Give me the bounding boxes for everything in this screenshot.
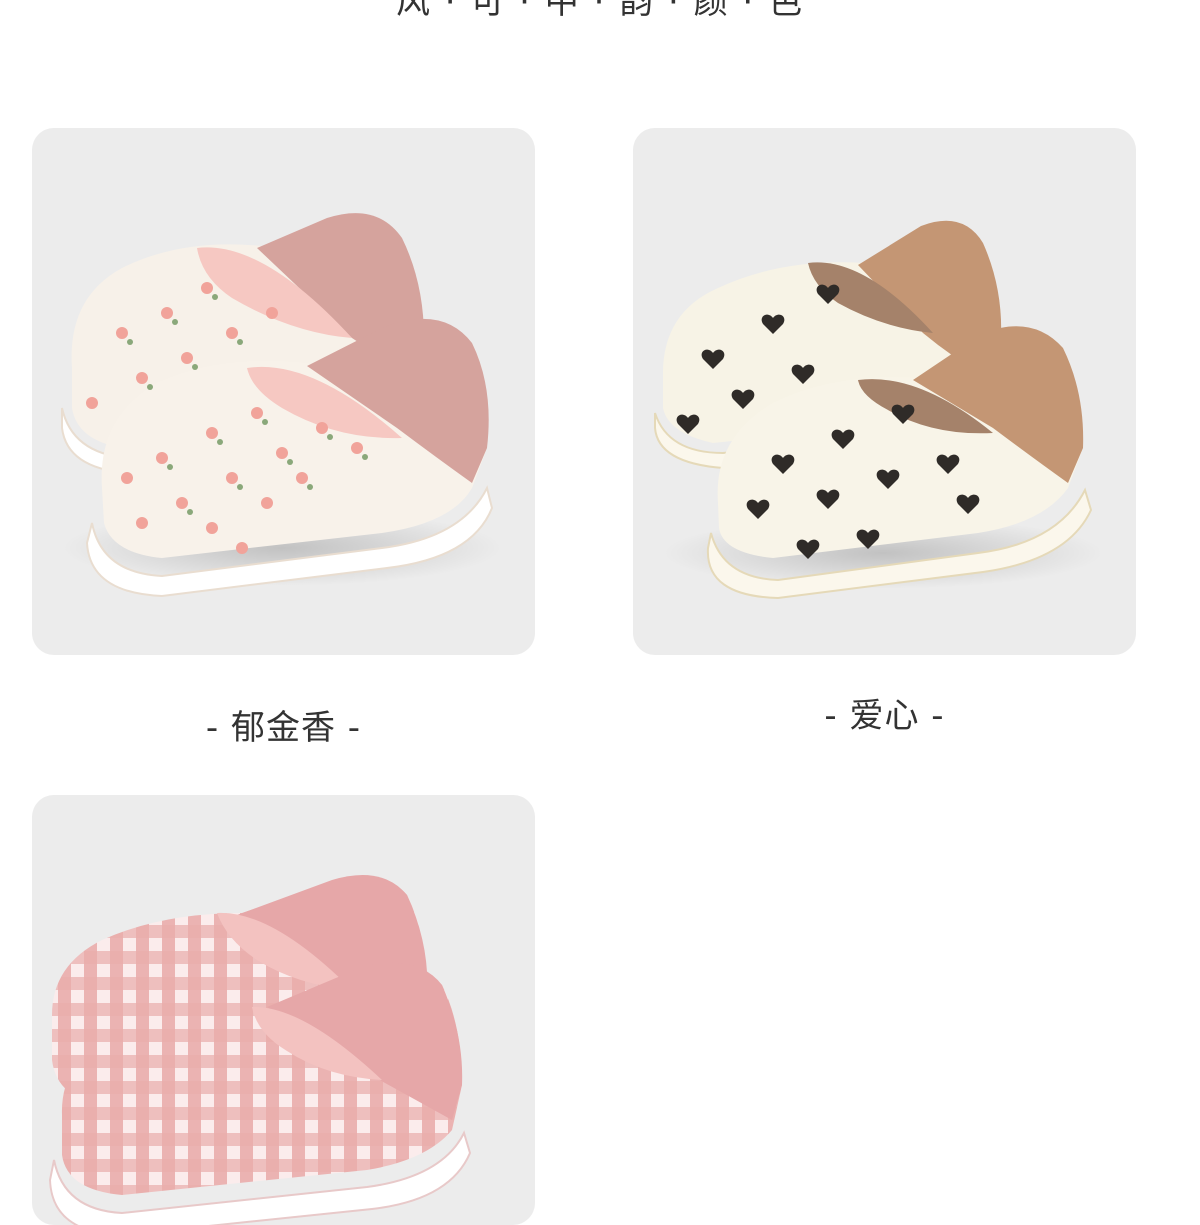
product-card-tulip[interactable] [32, 128, 535, 655]
tulip-slippers-image [61, 213, 502, 598]
heart-slippers-image [654, 220, 1103, 600]
pink-check-slippers-image [48, 875, 472, 1225]
product-label-tulip: - 郁金香 - [205, 708, 362, 748]
product-card-pink-check[interactable] [32, 795, 535, 1225]
product-card-heart[interactable] [633, 128, 1136, 655]
product-label-heart: - 爱心 - [824, 696, 945, 736]
section-title: 风 · 可 · 中 · 韵 · 颜 · 色 [395, 0, 805, 22]
